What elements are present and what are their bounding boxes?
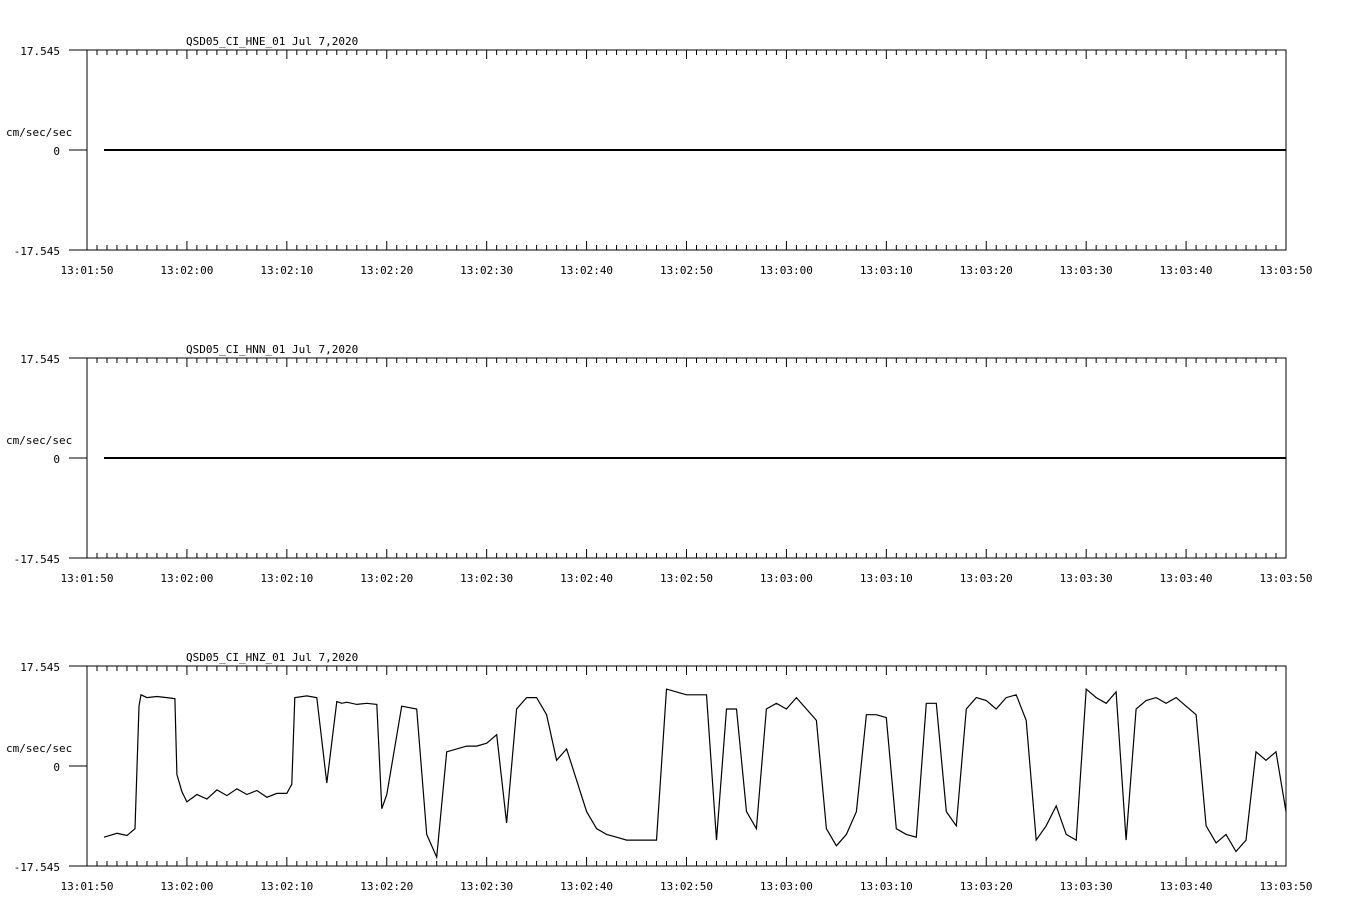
x-tick-label: 13:02:00	[160, 572, 213, 585]
y-tick-label-zero: 0	[53, 453, 60, 466]
x-tick-label: 13:03:30	[1060, 264, 1113, 277]
y-axis-label: cm/sec/sec	[6, 434, 72, 447]
y-tick-label-zero: 0	[53, 761, 60, 774]
x-tick-label: 13:03:30	[1060, 572, 1113, 585]
x-tick-label: 13:01:50	[61, 572, 114, 585]
x-tick-label: 13:03:10	[860, 880, 913, 893]
y-tick-label-top: 17.545	[20, 661, 60, 674]
y-axis-label: cm/sec/sec	[6, 126, 72, 139]
y-tick-label-bottom: -17.545	[14, 861, 60, 874]
x-tick-label: 13:01:50	[61, 880, 114, 893]
x-tick-label: 13:02:50	[660, 572, 713, 585]
x-tick-label: 13:03:40	[1160, 264, 1213, 277]
panel-title: QSD05_CI_HNN_01 Jul 7,2020	[186, 343, 358, 356]
panel-title: QSD05_CI_HNE_01 Jul 7,2020	[186, 35, 358, 48]
y-tick-label-zero: 0	[53, 145, 60, 158]
x-tick-label: 13:03:20	[960, 264, 1013, 277]
x-tick-label: 13:01:50	[61, 264, 114, 277]
x-tick-label: 13:02:10	[260, 572, 313, 585]
x-tick-label: 13:02:40	[560, 572, 613, 585]
x-tick-label: 13:02:20	[360, 572, 413, 585]
x-tick-label: 13:02:00	[160, 264, 213, 277]
x-tick-label: 13:03:00	[760, 880, 813, 893]
x-tick-label: 13:03:30	[1060, 880, 1113, 893]
panel-title: QSD05_CI_HNZ_01 Jul 7,2020	[186, 651, 358, 664]
x-tick-label: 13:02:10	[260, 880, 313, 893]
x-tick-label: 13:03:50	[1260, 572, 1313, 585]
x-tick-label: 13:02:10	[260, 264, 313, 277]
x-tick-label: 13:02:30	[460, 572, 513, 585]
x-tick-label: 13:03:50	[1260, 880, 1313, 893]
y-tick-label-top: 17.545	[20, 45, 60, 58]
x-tick-label: 13:03:00	[760, 264, 813, 277]
y-axis-label: cm/sec/sec	[6, 742, 72, 755]
x-tick-label: 13:03:40	[1160, 880, 1213, 893]
x-tick-label: 13:02:20	[360, 880, 413, 893]
x-tick-label: 13:02:30	[460, 264, 513, 277]
x-tick-label: 13:02:50	[660, 264, 713, 277]
x-tick-label: 13:02:40	[560, 880, 613, 893]
x-tick-label: 13:03:50	[1260, 264, 1313, 277]
x-tick-label: 13:03:40	[1160, 572, 1213, 585]
x-tick-label: 13:02:30	[460, 880, 513, 893]
x-tick-label: 13:03:00	[760, 572, 813, 585]
x-tick-label: 13:02:00	[160, 880, 213, 893]
x-tick-label: 13:03:10	[860, 572, 913, 585]
y-tick-label-bottom: -17.545	[14, 553, 60, 566]
x-tick-label: 13:02:20	[360, 264, 413, 277]
y-tick-label-bottom: -17.545	[14, 245, 60, 258]
x-tick-label: 13:03:10	[860, 264, 913, 277]
x-tick-label: 13:03:20	[960, 572, 1013, 585]
seismogram-page: QSD05_CI_HNE_01 Jul 7,2020 cm/sec/sec 17…	[0, 0, 1358, 924]
x-tick-label: 13:02:40	[560, 264, 613, 277]
x-tick-label: 13:03:20	[960, 880, 1013, 893]
x-tick-label: 13:02:50	[660, 880, 713, 893]
y-tick-label-top: 17.545	[20, 353, 60, 366]
